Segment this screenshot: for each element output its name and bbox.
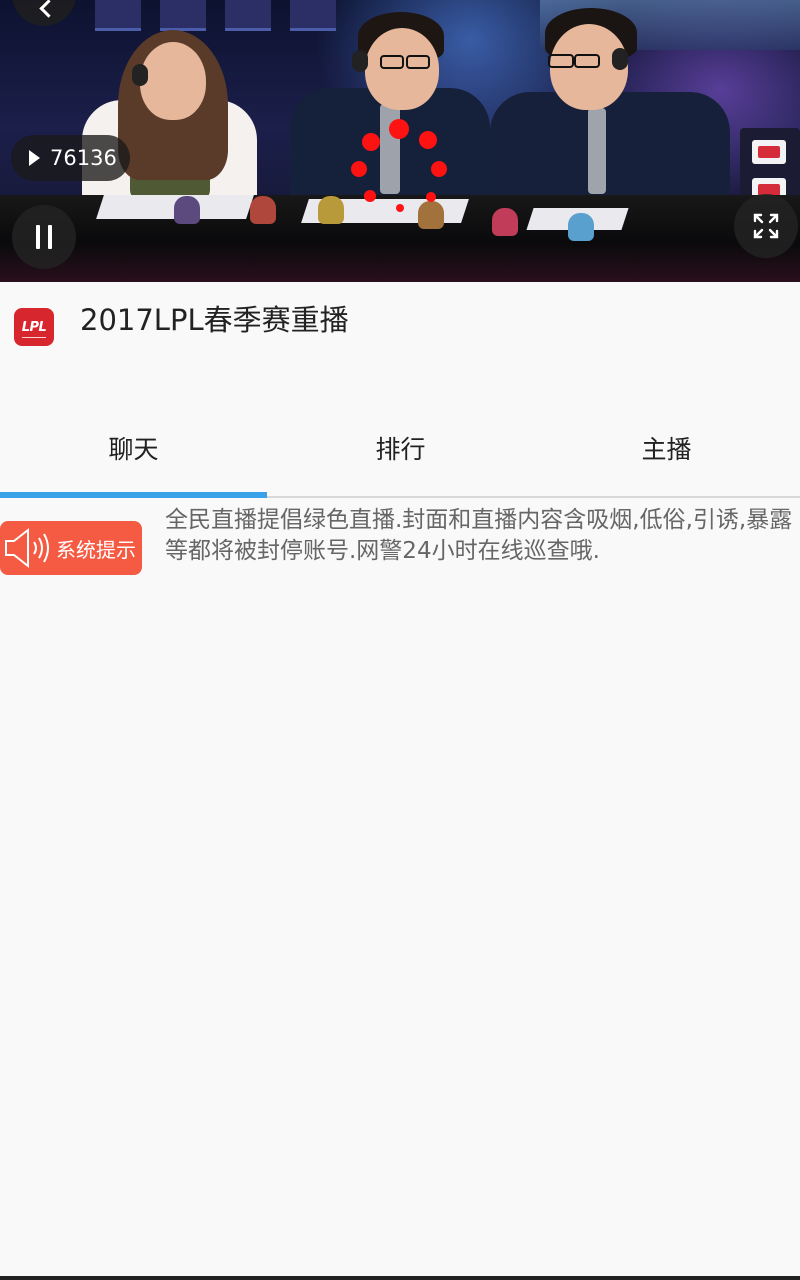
video-banner bbox=[160, 0, 206, 31]
play-icon bbox=[29, 150, 40, 166]
video-banner bbox=[95, 0, 141, 31]
system-notice-badge: 系统提示 bbox=[0, 521, 142, 575]
video-player[interactable]: 76136 bbox=[0, 0, 800, 282]
figurine bbox=[250, 196, 276, 224]
pause-button[interactable] bbox=[12, 205, 76, 269]
figurine bbox=[174, 196, 200, 224]
page-title: 2017LPL春季赛重播 bbox=[80, 303, 349, 337]
tab-streamer[interactable]: 主播 bbox=[533, 402, 800, 494]
video-banner bbox=[225, 0, 271, 31]
view-count-badge: 76136 bbox=[11, 135, 130, 181]
figurine bbox=[318, 196, 344, 224]
view-count: 76136 bbox=[50, 146, 117, 170]
pause-icon bbox=[36, 225, 52, 249]
figurine bbox=[568, 213, 594, 241]
figurine bbox=[492, 208, 518, 236]
tab-chat[interactable]: 聊天 bbox=[0, 402, 267, 494]
figurine bbox=[418, 201, 444, 229]
tab-bar: 聊天 排行 主播 bbox=[0, 402, 800, 498]
lpl-sign bbox=[752, 140, 786, 164]
channel-header: LPL 2017LPL春季赛重播 bbox=[0, 282, 800, 392]
fullscreen-button[interactable] bbox=[734, 194, 798, 258]
system-notice-label: 系统提示 bbox=[56, 537, 136, 562]
channel-logo: LPL bbox=[14, 308, 54, 346]
fullscreen-icon bbox=[753, 213, 779, 239]
tab-active-indicator bbox=[0, 492, 267, 498]
speaker-icon bbox=[5, 527, 49, 569]
bottom-edge bbox=[0, 1276, 800, 1280]
back-button[interactable] bbox=[12, 0, 76, 26]
video-banner bbox=[290, 0, 336, 31]
tab-ranking[interactable]: 排行 bbox=[267, 402, 534, 494]
system-notice-text: 全民直播提倡绿色直播.封面和直播内容含吸烟,低俗,引诱,暴露等都将被封停账号.网… bbox=[165, 507, 793, 564]
